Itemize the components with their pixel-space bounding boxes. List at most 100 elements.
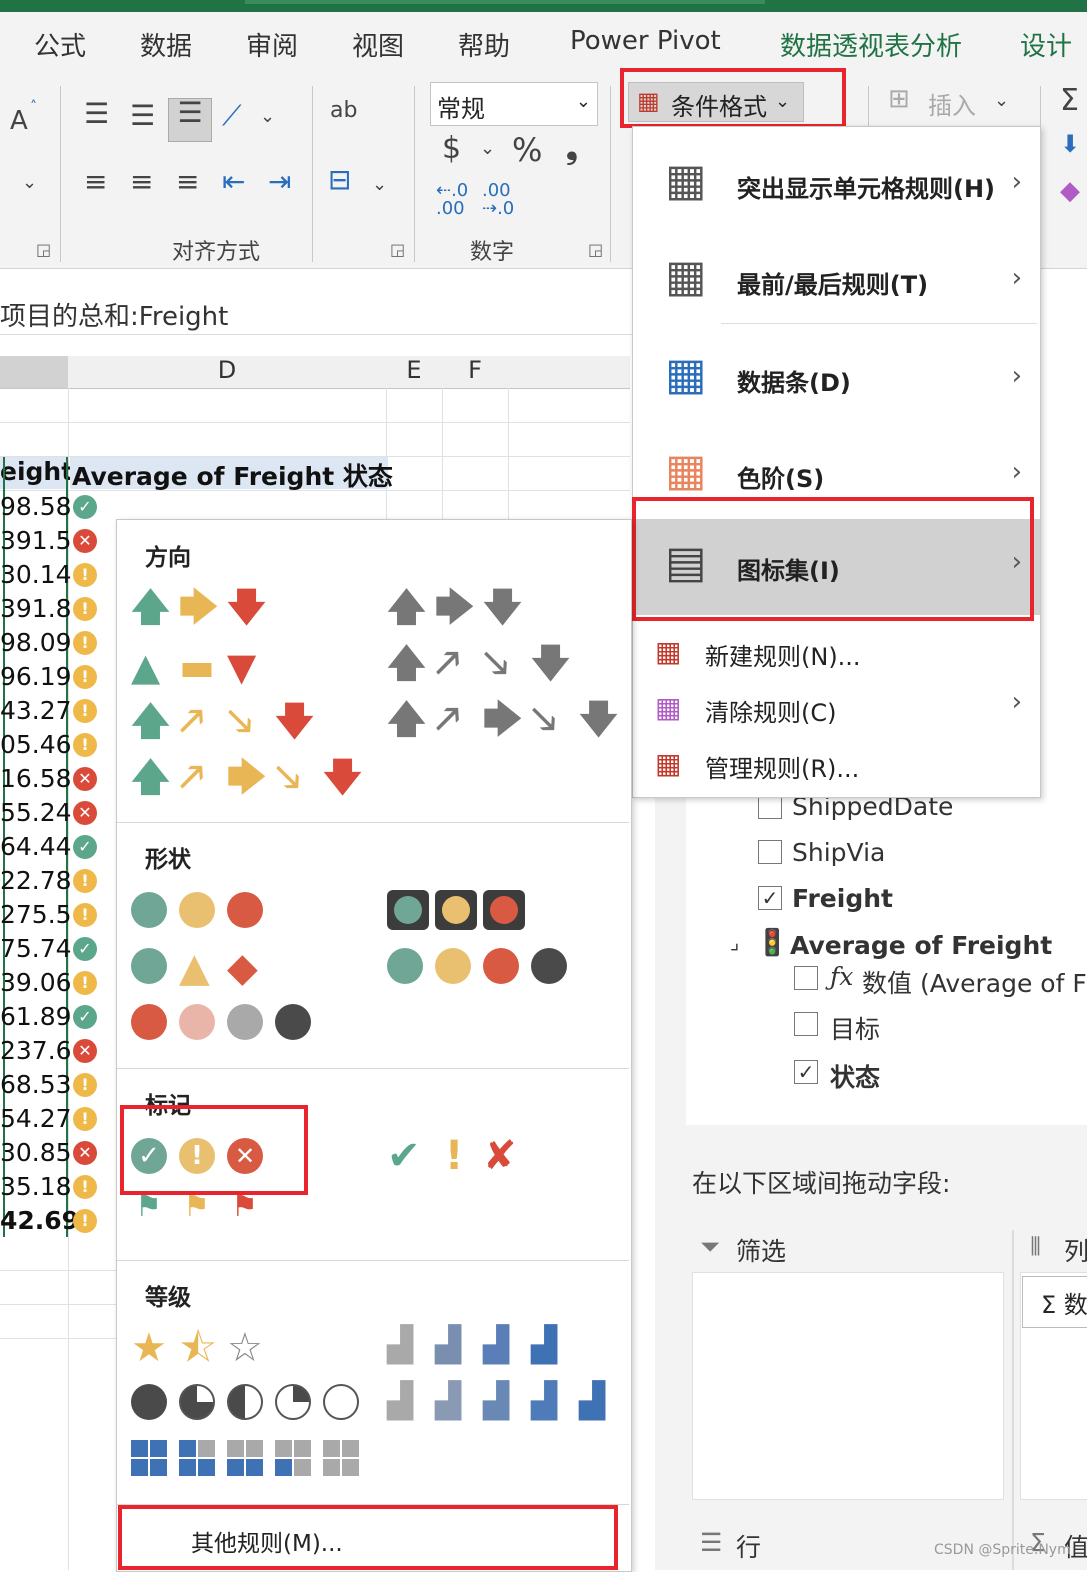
increase-decimal-icon[interactable]: ⇠.0.00 bbox=[436, 182, 468, 218]
chevron-down-icon[interactable]: ⌄ bbox=[480, 140, 495, 158]
pivot-value-cell[interactable]: 54.27 bbox=[0, 1104, 72, 1133]
orientation-icon[interactable]: ⟋ bbox=[222, 102, 242, 130]
icon-set-4-traffic-lights[interactable] bbox=[387, 948, 587, 988]
menu-item-manage-rules[interactable]: ▦ 管理规则(R)... bbox=[633, 739, 1040, 789]
icon-set-3-symbols-uncircled[interactable]: ✔ ! ✘ bbox=[387, 1136, 547, 1176]
align-bottom-icon[interactable]: ☰ bbox=[168, 98, 212, 142]
tab-formulas[interactable]: 公式 bbox=[34, 26, 86, 63]
align-middle-icon[interactable]: ☰ bbox=[130, 102, 155, 130]
column-header-e[interactable]: E bbox=[386, 356, 442, 389]
icon-set-3-stars[interactable]: ★ ⯪ ☆ bbox=[131, 1328, 291, 1368]
icon-set-3-traffic-lights-unrimmed[interactable] bbox=[131, 892, 291, 932]
column-header-d[interactable]: D bbox=[68, 356, 386, 389]
kpi-checkbox-status[interactable]: ✓ bbox=[794, 1060, 818, 1084]
fill-icon[interactable]: ⬇ bbox=[1060, 132, 1080, 156]
font-size-increase-icon[interactable]: A bbox=[10, 108, 28, 134]
field-checkbox-shipvia[interactable] bbox=[758, 840, 782, 864]
chevron-down-icon[interactable]: ⌄ bbox=[22, 174, 37, 192]
pivot-value-cell[interactable]: 98.09 bbox=[0, 628, 72, 657]
pivot-value-cell[interactable]: 75.74 bbox=[0, 934, 72, 963]
column-header-f[interactable]: F bbox=[442, 356, 508, 389]
menu-item-highlight-cells[interactable]: ▦ 突出显示单元格规则(H) › bbox=[633, 147, 1040, 227]
pivot-value-cell[interactable]: 68.53 bbox=[0, 1070, 72, 1099]
pivot-value-cell[interactable]: 61.89 bbox=[0, 1002, 72, 1031]
pivot-value-cell[interactable]: 42.69 bbox=[0, 1206, 79, 1235]
kpi-checkbox-value[interactable] bbox=[794, 966, 818, 990]
icon-set-3-triangles[interactable]: ▲ ▬ ▼ bbox=[131, 648, 371, 688]
wrap-text-icon[interactable]: ab bbox=[330, 100, 357, 122]
align-center-icon[interactable]: ≡ bbox=[130, 168, 153, 196]
pivot-value-cell[interactable]: 391.5 bbox=[0, 526, 72, 555]
icon-set-5-quarters[interactable] bbox=[131, 1384, 381, 1424]
values-field-chip[interactable]: Σ 数 bbox=[1022, 1276, 1087, 1328]
pivot-value-cell[interactable]: 05.46 bbox=[0, 730, 72, 759]
formula-bar[interactable]: 项目的总和:Freight bbox=[0, 290, 640, 335]
dialog-launcher-icon[interactable]: ◲ bbox=[588, 240, 603, 259]
icon-set-3-arrows-gray[interactable]: 🡅 🡆 🡇 bbox=[387, 588, 627, 628]
pivot-value-cell[interactable]: 98.58 bbox=[0, 492, 72, 521]
comma-style-icon[interactable]: ❟ bbox=[566, 134, 578, 164]
merge-center-icon[interactable]: ⊟ bbox=[328, 166, 351, 194]
decrease-indent-icon[interactable]: ⇤ bbox=[222, 168, 245, 196]
icon-set-4-arrows-colored[interactable]: 🡅 🡕 🡖 🡇 bbox=[131, 702, 371, 742]
pivot-value-cell[interactable]: 39.06 bbox=[0, 968, 72, 997]
field-checkbox-shippeddate[interactable] bbox=[758, 795, 782, 819]
insert-cells-icon[interactable]: ⊞ bbox=[888, 86, 910, 112]
icon-set-5-arrows-gray[interactable]: 🡅 🡕 🡆 🡖 🡇 bbox=[387, 700, 627, 740]
pivot-value-cell[interactable]: 22.78 bbox=[0, 866, 72, 895]
pivot-value-cell[interactable]: 55.24 bbox=[0, 798, 72, 827]
pivot-value-cell[interactable]: 96.19 bbox=[0, 662, 72, 691]
tab-pivot-analyze[interactable]: 数据透视表分析 bbox=[780, 26, 962, 63]
kpi-checkbox-goal[interactable] bbox=[794, 1012, 818, 1036]
icon-set-5-ratings[interactable]: ▟ ▟ ▟ ▟ ▟ bbox=[387, 1384, 627, 1424]
menu-item-data-bars[interactable]: ▦ 数据条(D) › bbox=[633, 341, 1040, 421]
percent-icon[interactable]: % bbox=[512, 134, 542, 166]
tab-power-pivot[interactable]: Power Pivot bbox=[570, 26, 721, 56]
currency-icon[interactable]: $ bbox=[442, 134, 461, 164]
menu-item-clear-rules[interactable]: ▦ 清除规则(C) › bbox=[633, 683, 1040, 733]
increase-indent-icon[interactable]: ⇥ bbox=[268, 168, 291, 196]
menu-item-top-bottom[interactable]: ▦ 最前/最后规则(T) › bbox=[633, 243, 1040, 323]
number-format-select[interactable]: 常规 ⌄ bbox=[430, 82, 598, 126]
pivot-value-cell[interactable]: 237.6 bbox=[0, 1036, 72, 1065]
pivot-value-cell[interactable]: 64.44 bbox=[0, 832, 72, 861]
tab-view[interactable]: 视图 bbox=[352, 26, 404, 63]
pivot-value-cell[interactable]: 30.85 bbox=[0, 1138, 72, 1167]
chevron-down-icon[interactable]: ⌄ bbox=[994, 92, 1009, 110]
tab-review[interactable]: 审阅 bbox=[246, 26, 298, 63]
pivot-value-cell[interactable]: 35.18 bbox=[0, 1172, 72, 1201]
field-checkbox-freight[interactable]: ✓ bbox=[758, 886, 782, 910]
chevron-down-icon[interactable]: ⌄ bbox=[260, 108, 275, 126]
chevron-down-icon[interactable]: ⌄ bbox=[372, 176, 387, 194]
clear-eraser-icon[interactable]: ◆ bbox=[1060, 178, 1080, 204]
tab-help[interactable]: 帮助 bbox=[458, 26, 510, 63]
icon-set-3-signs[interactable]: ▲ ◆ bbox=[131, 948, 291, 988]
dialog-launcher-icon[interactable]: ◲ bbox=[36, 240, 51, 259]
pivot-value-cell[interactable]: 43.27 bbox=[0, 696, 72, 725]
tree-collapse-icon[interactable]: ⌟ bbox=[730, 930, 739, 954]
column-header-g[interactable] bbox=[508, 356, 630, 389]
icon-set-3-arrows-colored[interactable]: 🡅 🡆 🡇 bbox=[131, 588, 371, 628]
insert-button-label[interactable]: 插入 bbox=[928, 86, 976, 121]
align-top-icon[interactable]: ☰ bbox=[84, 100, 109, 128]
pivot-value-cell[interactable]: 391.8 bbox=[0, 594, 72, 623]
menu-item-new-rule[interactable]: ▦ 新建规则(N)... bbox=[633, 627, 1040, 677]
align-right-icon[interactable]: ≡ bbox=[176, 168, 199, 196]
dialog-launcher-icon[interactable]: ◲ bbox=[390, 240, 405, 259]
decrease-decimal-icon[interactable]: .00 ⇢.0 bbox=[482, 182, 514, 218]
icon-set-4-arrows-gray[interactable]: 🡅 🡕 🡖 🡇 bbox=[387, 644, 627, 684]
icon-set-4-ratings[interactable]: ▟ ▟ ▟ ▟ bbox=[387, 1328, 587, 1368]
icon-set-4-red-to-black[interactable] bbox=[131, 1004, 331, 1044]
icon-set-3-flags[interactable]: ⚑ ⚑ ⚑ bbox=[131, 1192, 291, 1232]
icon-set-3-traffic-lights-rimmed[interactable] bbox=[387, 890, 547, 932]
pivot-value-cell[interactable]: 16.58 bbox=[0, 764, 72, 793]
autosum-icon[interactable]: Σ bbox=[1060, 86, 1079, 116]
column-header-c[interactable] bbox=[0, 356, 68, 389]
tab-data[interactable]: 数据 bbox=[140, 26, 192, 63]
icon-set-5-boxes[interactable] bbox=[131, 1440, 381, 1480]
align-left-icon[interactable]: ≡ bbox=[84, 168, 107, 196]
tab-design[interactable]: 设计 bbox=[1020, 26, 1072, 63]
pivot-value-cell[interactable]: 275.5 bbox=[0, 900, 72, 929]
pivot-value-cell[interactable]: 30.14 bbox=[0, 560, 72, 589]
filter-drop-zone[interactable] bbox=[692, 1272, 1004, 1500]
